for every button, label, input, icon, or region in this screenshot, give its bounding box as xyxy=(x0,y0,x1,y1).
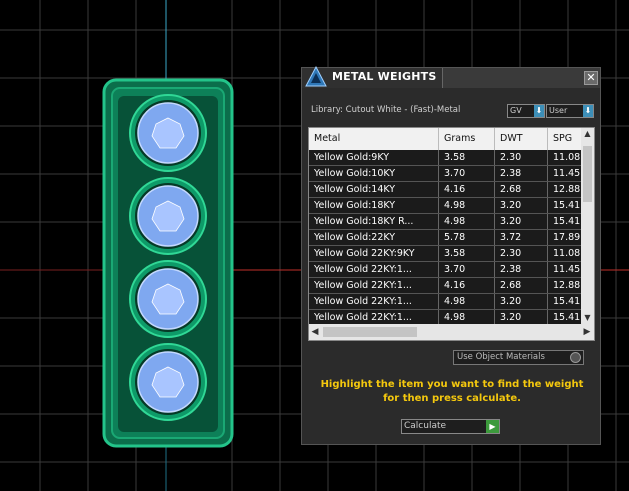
table-cell: Yellow Gold:18KY R... xyxy=(309,214,439,229)
table-cell: 3.20 xyxy=(495,294,548,309)
scroll-down-icon[interactable]: ▼ xyxy=(581,312,594,324)
user-label: User xyxy=(549,106,568,115)
table-row[interactable]: Yellow Gold:9KY 3.58 2.30 11.08 xyxy=(309,150,588,166)
ring-model[interactable] xyxy=(102,78,234,448)
table-cell: 2.38 xyxy=(495,166,548,181)
table-cell: 2.38 xyxy=(495,262,548,277)
table-cell: 4.16 xyxy=(439,278,495,293)
panel-title: METAL WEIGHTS xyxy=(332,70,437,83)
column-header-grams[interactable]: Grams xyxy=(439,128,495,150)
table-cell: 4.16 xyxy=(439,182,495,197)
use-object-materials-label: Use Object Materials xyxy=(457,352,545,362)
table-row[interactable]: Yellow Gold 22KY:1... 3.70 2.38 11.45 xyxy=(309,262,588,278)
user-dropdown-icon: ⬇ xyxy=(583,105,593,117)
table-cell: Yellow Gold:14KY xyxy=(309,182,439,197)
table-row[interactable]: Yellow Gold 22KY:1... 4.16 2.68 12.88 xyxy=(309,278,588,294)
table-cell: 3.20 xyxy=(495,214,548,229)
table-cell: Yellow Gold 22KY:1... xyxy=(309,262,439,277)
table-cell: 3.72 xyxy=(495,230,548,245)
table-cell: 4.98 xyxy=(439,198,495,213)
metal-weights-panel: METAL WEIGHTS ✕ Library: Cutout White - … xyxy=(301,66,601,445)
calculate-label: Calculate xyxy=(404,421,447,431)
calculate-button[interactable]: Calculate ▶ xyxy=(401,419,500,434)
table-cell: 2.30 xyxy=(495,246,548,261)
table-cell: 3.58 xyxy=(439,246,495,261)
table-row[interactable]: Yellow Gold 22KY:1... 4.98 3.20 15.41 xyxy=(309,294,588,310)
table-cell: 4.98 xyxy=(439,214,495,229)
table-cell: 3.70 xyxy=(439,262,495,277)
user-dropdown[interactable]: User ⬇ xyxy=(546,104,594,118)
table-cell: 3.20 xyxy=(495,198,548,213)
table-cell: 4.98 xyxy=(439,310,495,325)
scroll-up-icon[interactable]: ▲ xyxy=(581,128,594,140)
column-header-dwt[interactable]: DWT xyxy=(495,128,548,150)
close-button[interactable]: ✕ xyxy=(584,71,598,85)
table-cell: Yellow Gold 22KY:1... xyxy=(309,310,439,325)
gv-dropdown[interactable]: GV ⬇ xyxy=(507,104,545,118)
table-cell: Yellow Gold:22KY xyxy=(309,230,439,245)
table-cell: 3.58 xyxy=(439,150,495,165)
column-header-metal[interactable]: Metal xyxy=(309,128,439,150)
table-cell: 3.70 xyxy=(439,166,495,181)
metal-table: Metal Grams DWT SPG Yellow Gold:9KY 3.58 2… xyxy=(308,127,595,341)
table-row[interactable]: Yellow Gold:14KY 4.16 2.68 12.88 xyxy=(309,182,588,198)
table-cell: 2.68 xyxy=(495,278,548,293)
table-cell: Yellow Gold:10KY xyxy=(309,166,439,181)
table-row[interactable]: Yellow Gold:22KY 5.78 3.72 17.89 xyxy=(309,230,588,246)
table-cell: 2.30 xyxy=(495,150,548,165)
table-cell: 5.78 xyxy=(439,230,495,245)
library-label: Library: Cutout White - (Fast)-Metal xyxy=(311,105,461,115)
scroll-left-icon[interactable]: ◀ xyxy=(309,325,321,339)
table-cell: Yellow Gold 22KY:1... xyxy=(309,278,439,293)
table-cell: Yellow Gold:9KY xyxy=(309,150,439,165)
vertical-scroll-thumb[interactable] xyxy=(583,146,592,202)
table-row[interactable]: Yellow Gold:18KY 4.98 3.20 15.41 xyxy=(309,198,588,214)
table-row[interactable]: Yellow Gold:10KY 3.70 2.38 11.45 xyxy=(309,166,588,182)
table-cell: Yellow Gold 22KY:1... xyxy=(309,294,439,309)
radio-icon[interactable] xyxy=(570,352,581,363)
horizontal-scrollbar[interactable]: ◀ ▶ xyxy=(309,324,594,340)
gv-dropdown-icon: ⬇ xyxy=(534,105,544,117)
title-tab: METAL WEIGHTS xyxy=(302,66,443,88)
panel-titlebar[interactable]: METAL WEIGHTS ✕ xyxy=(302,66,600,88)
instruction-text: Highlight the item you want to find the … xyxy=(320,379,584,404)
table-header: Metal Grams DWT SPG xyxy=(309,128,588,150)
table-cell: 2.68 xyxy=(495,182,548,197)
use-object-materials-toggle[interactable]: Use Object Materials xyxy=(453,350,584,365)
gv-label: GV xyxy=(510,106,522,115)
table-row[interactable]: Yellow Gold 22KY:9KY 3.58 2.30 11.08 xyxy=(309,246,588,262)
close-icon: ✕ xyxy=(586,71,596,84)
vertical-scrollbar[interactable]: ▲ ▼ xyxy=(581,128,594,324)
table-cell: Yellow Gold:18KY xyxy=(309,198,439,213)
table-cell: 4.98 xyxy=(439,294,495,309)
app-logo-icon xyxy=(305,66,327,87)
play-icon: ▶ xyxy=(486,420,499,433)
horizontal-scroll-thumb[interactable] xyxy=(323,327,417,337)
table-row[interactable]: Yellow Gold:18KY R... 4.98 3.20 15.41 xyxy=(309,214,588,230)
table-cell: Yellow Gold 22KY:9KY xyxy=(309,246,439,261)
scroll-right-icon[interactable]: ▶ xyxy=(581,325,593,339)
table-body: Yellow Gold:9KY 3.58 2.30 11.08 Yellow Gold:… xyxy=(309,150,588,326)
table-cell: 3.20 xyxy=(495,310,548,325)
